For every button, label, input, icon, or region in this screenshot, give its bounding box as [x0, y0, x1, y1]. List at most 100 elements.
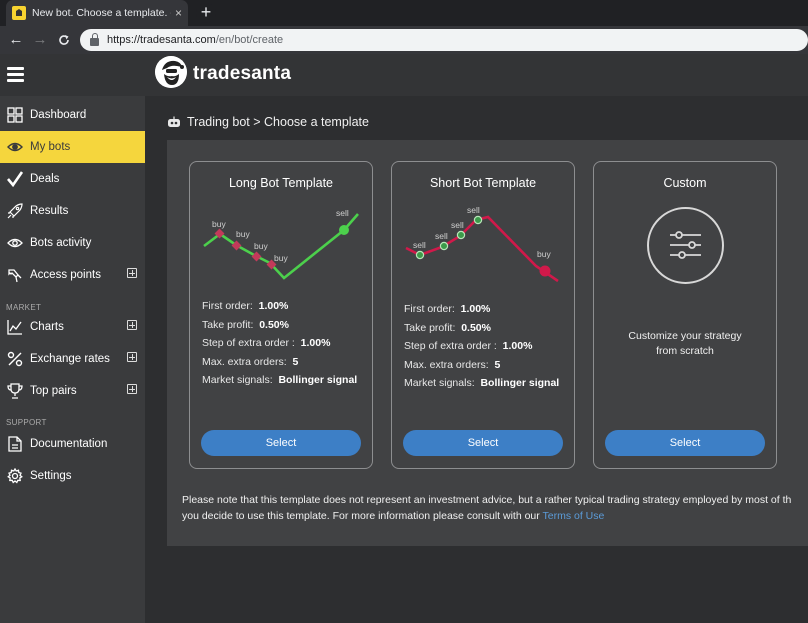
- expand-plus-icon[interactable]: [127, 384, 137, 394]
- select-short-button[interactable]: Select: [403, 430, 563, 456]
- param-step-extra-order: Step of extra order : 1.00%: [202, 337, 331, 349]
- sidebar-item-label: Charts: [30, 321, 64, 333]
- disclaimer-note: Please note that this template does not …: [182, 492, 808, 524]
- browser-toolbar: ← → https://tradesanta.com/en/bot/create: [0, 26, 808, 54]
- rocket-icon: [6, 202, 24, 220]
- browser-tabbar: New bot. Choose a template. - Tr × +: [0, 0, 808, 26]
- card-title: Short Bot Template: [429, 176, 537, 190]
- gear-icon: [6, 467, 24, 485]
- expand-plus-icon[interactable]: [127, 352, 137, 362]
- forward-arrow-icon[interactable]: →: [28, 28, 52, 52]
- terms-of-use-link[interactable]: Terms of Use: [543, 510, 605, 522]
- robot-icon: [168, 116, 180, 127]
- sidebar-item-dashboard[interactable]: Dashboard: [0, 99, 145, 131]
- sidebar-item-label: Settings: [30, 470, 72, 482]
- reload-icon[interactable]: [52, 28, 76, 52]
- sidebar-item-label: Results: [30, 205, 69, 217]
- param-first-order: First order: 1.00%: [404, 303, 491, 315]
- chart-label: buy: [236, 229, 250, 239]
- sidebar-item-bots-activity[interactable]: Bots activity: [0, 227, 145, 259]
- back-arrow-icon[interactable]: ←: [4, 28, 28, 52]
- breadcrumb-text: Trading bot > Choose a template: [187, 115, 369, 129]
- param-market-signals: Market signals: Bollinger signal: [202, 374, 358, 386]
- chart-label: sell: [336, 208, 349, 218]
- sidebar: Dashboard My bots Deals Results Bots act…: [0, 96, 145, 623]
- tab-close-icon[interactable]: ×: [175, 6, 182, 20]
- param-step-extra-order: Step of extra order : 1.00%: [404, 340, 533, 352]
- expand-plus-icon[interactable]: [127, 320, 137, 330]
- sidebar-item-label: Dashboard: [30, 109, 87, 121]
- sidebar-item-access-points[interactable]: Access points: [0, 259, 145, 291]
- short-bot-chart: sell sell sell sell buy: [405, 205, 559, 283]
- percent-icon: [6, 350, 24, 368]
- eye-icon: [6, 138, 24, 156]
- template-card-short: Short Bot Template sell sell sell sell b…: [391, 161, 575, 469]
- main-content: Trading bot > Choose a template Long Bot…: [145, 96, 808, 623]
- sidebar-item-settings[interactable]: Settings: [0, 460, 145, 492]
- param-take-profit: Take profit: 0.50%: [404, 321, 491, 334]
- param-take-profit: Take profit: 0.50%: [202, 318, 289, 331]
- chart-label: buy: [274, 253, 288, 263]
- custom-description: Customize your strategy from scratch: [594, 329, 776, 359]
- template-card-custom: Custom Customize your strategy from scra…: [593, 161, 777, 469]
- custom-description-line: from scratch: [656, 345, 714, 357]
- sidebar-item-top-pairs[interactable]: Top pairs: [0, 375, 145, 407]
- document-icon: [6, 435, 24, 453]
- chart-label: sell: [435, 231, 448, 241]
- param-max-extra-orders: Max. extra orders: 5: [404, 358, 501, 371]
- expand-plus-icon[interactable]: [127, 268, 137, 278]
- grid-icon: [6, 106, 24, 124]
- sidebar-item-label: Deals: [30, 173, 60, 185]
- param-market-signals: Market signals: Bollinger signal: [404, 377, 560, 389]
- new-tab-button[interactable]: +: [196, 3, 216, 23]
- eye-icon: [6, 234, 24, 252]
- long-bot-chart: buy buy buy buy sell: [203, 208, 359, 280]
- sidebar-item-charts[interactable]: Charts: [0, 311, 145, 343]
- sidebar-item-results[interactable]: Results: [0, 195, 145, 227]
- card-title: Long Bot Template: [228, 176, 333, 190]
- address-bar[interactable]: https://tradesanta.com/en/bot/create: [80, 29, 808, 51]
- chart-label: buy: [254, 241, 268, 251]
- trophy-icon: [6, 382, 24, 400]
- lock-icon: [90, 32, 99, 46]
- chart-label: buy: [212, 219, 226, 229]
- tab-title: New bot. Choose a template. - Tr: [32, 7, 171, 19]
- disclaimer-line: Please note that this template does not …: [182, 494, 792, 506]
- card-params: First order: 1.00% Take profit: 0.50% St…: [404, 300, 559, 393]
- template-card-long: Long Bot Template buy buy buy buy sell F…: [189, 161, 373, 469]
- sidebar-item-documentation[interactable]: Documentation: [0, 428, 145, 460]
- chart-label: buy: [537, 249, 551, 259]
- chart-label: sell: [413, 240, 426, 250]
- card-params: First order: 1.00% Take profit: 0.50% St…: [202, 297, 357, 390]
- template-panel: Long Bot Template buy buy buy buy sell F…: [167, 140, 808, 546]
- sidebar-item-deals[interactable]: Deals: [0, 163, 145, 195]
- custom-description-line: Customize your strategy: [628, 330, 742, 342]
- chart-icon: [6, 318, 24, 336]
- chart-label: sell: [451, 220, 464, 230]
- tradesanta-favicon-icon: [12, 6, 26, 20]
- sliders-icon: [647, 207, 724, 284]
- browser-tab[interactable]: New bot. Choose a template. - Tr ×: [6, 0, 188, 26]
- section-label-support: SUPPORT: [6, 418, 47, 427]
- sidebar-item-my-bots[interactable]: My bots: [0, 131, 145, 163]
- sidebar-item-label: Documentation: [30, 438, 108, 450]
- key-icon: [6, 266, 24, 284]
- breadcrumb: Trading bot > Choose a template: [167, 115, 369, 129]
- brand-name[interactable]: tradesanta: [193, 63, 291, 85]
- param-max-extra-orders: Max. extra orders: 5: [202, 355, 299, 368]
- hamburger-menu-icon[interactable]: [7, 67, 24, 82]
- select-custom-button[interactable]: Select: [605, 430, 765, 456]
- select-long-button[interactable]: Select: [201, 430, 361, 456]
- url-host: https://tradesanta.com: [107, 34, 216, 46]
- check-icon: [6, 170, 24, 188]
- santa-logo-icon[interactable]: [155, 56, 187, 88]
- sidebar-item-label: Access points: [30, 269, 101, 281]
- param-first-order: First order: 1.00%: [202, 300, 289, 312]
- app-header: tradesanta: [0, 54, 808, 96]
- disclaimer-line: you decide to use this template. For mor…: [182, 510, 605, 522]
- url-path: /en/bot/create: [215, 34, 284, 46]
- sidebar-item-exchange-rates[interactable]: Exchange rates: [0, 343, 145, 375]
- sidebar-item-label: Top pairs: [30, 385, 77, 397]
- sidebar-item-label: Bots activity: [30, 237, 92, 249]
- sidebar-item-label: Exchange rates: [30, 353, 110, 365]
